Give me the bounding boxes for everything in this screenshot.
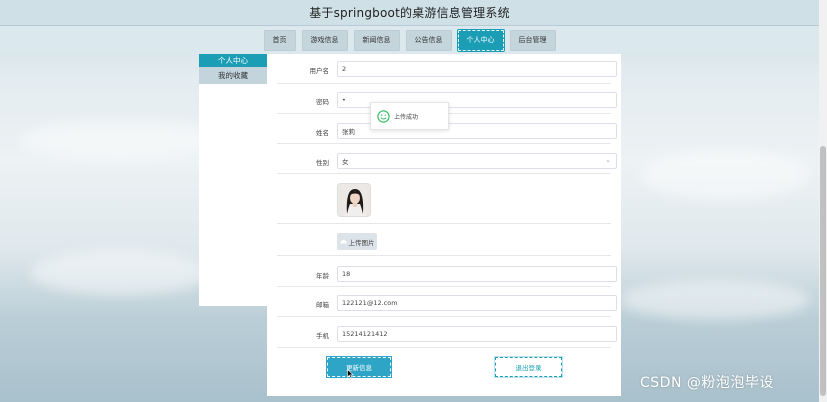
- cloud-upload-icon: [339, 239, 347, 244]
- mouse-cursor-icon: [347, 369, 354, 379]
- watermark: CSDN @粉泡泡毕设: [640, 375, 774, 391]
- upload-success-toast: 上传成功: [370, 102, 449, 130]
- username-label: 用户名: [309, 67, 330, 75]
- gender-value: 女: [342, 158, 349, 166]
- sidebar-item-profile[interactable]: 个人中心: [199, 54, 267, 67]
- sidebar-item-favorites[interactable]: 我的收藏: [199, 67, 267, 84]
- password-label: 密码: [316, 98, 329, 106]
- form-row-email: 邮箱 122121@12.com: [277, 287, 617, 317]
- phone-label: 手机: [316, 332, 329, 340]
- nav-news[interactable]: 新闻信息: [353, 29, 400, 51]
- avatar: [337, 183, 371, 217]
- app-title: 基于springboot的桌游信息管理系统: [309, 6, 510, 20]
- email-label: 邮箱: [316, 301, 329, 309]
- scrollbar-thumb[interactable]: [820, 146, 826, 396]
- phone-value: 15214121412: [342, 330, 388, 338]
- form-row-phone: 手机 15214121412: [277, 317, 617, 348]
- update-info-button[interactable]: 更新信息: [326, 356, 392, 378]
- upload-label: 上传图片: [348, 238, 375, 247]
- username-input[interactable]: 2: [337, 61, 617, 77]
- chevron-down-icon: ⌄: [605, 156, 611, 164]
- gender-select[interactable]: 女 ⌄: [337, 153, 617, 169]
- form-row-upload: 上传图片: [277, 224, 611, 256]
- smile-icon: [377, 109, 390, 123]
- form-row-username: 用户名 2: [277, 54, 617, 84]
- age-input[interactable]: 18: [337, 266, 617, 282]
- form-row-gender: 性别 女 ⌄: [277, 144, 617, 174]
- upload-button[interactable]: 上传图片: [337, 233, 377, 250]
- nav-notices[interactable]: 公告信息: [405, 29, 452, 51]
- title-bar: 基于springboot的桌游信息管理系统: [0, 0, 819, 26]
- password-value: •: [342, 96, 346, 104]
- age-value: 18: [342, 270, 351, 278]
- email-value: 122121@12.com: [342, 299, 398, 307]
- form-row-age: 年龄 18: [277, 256, 617, 287]
- age-label: 年龄: [316, 272, 329, 280]
- username-value: 2: [342, 65, 347, 73]
- nav-home[interactable]: 首页: [263, 29, 296, 51]
- logout-button[interactable]: 退出登录: [494, 356, 563, 378]
- email-input[interactable]: 122121@12.com: [337, 295, 617, 311]
- phone-input[interactable]: 15214121412: [337, 326, 617, 342]
- toast-message: 上传成功: [394, 113, 419, 121]
- sidebar: 个人中心 我的收藏: [199, 54, 267, 306]
- nav-profile[interactable]: 个人中心: [456, 28, 505, 52]
- nav-admin[interactable]: 后台管理: [509, 29, 556, 51]
- nav-games[interactable]: 游戏信息: [301, 29, 348, 51]
- name-label: 姓名: [316, 129, 329, 137]
- name-value: 张莉: [342, 128, 355, 136]
- top-nav: 首页 游戏信息 新闻信息 公告信息 个人中心 后台管理: [0, 26, 819, 54]
- gender-label: 性别: [316, 159, 329, 167]
- form-row-avatar: [277, 174, 611, 224]
